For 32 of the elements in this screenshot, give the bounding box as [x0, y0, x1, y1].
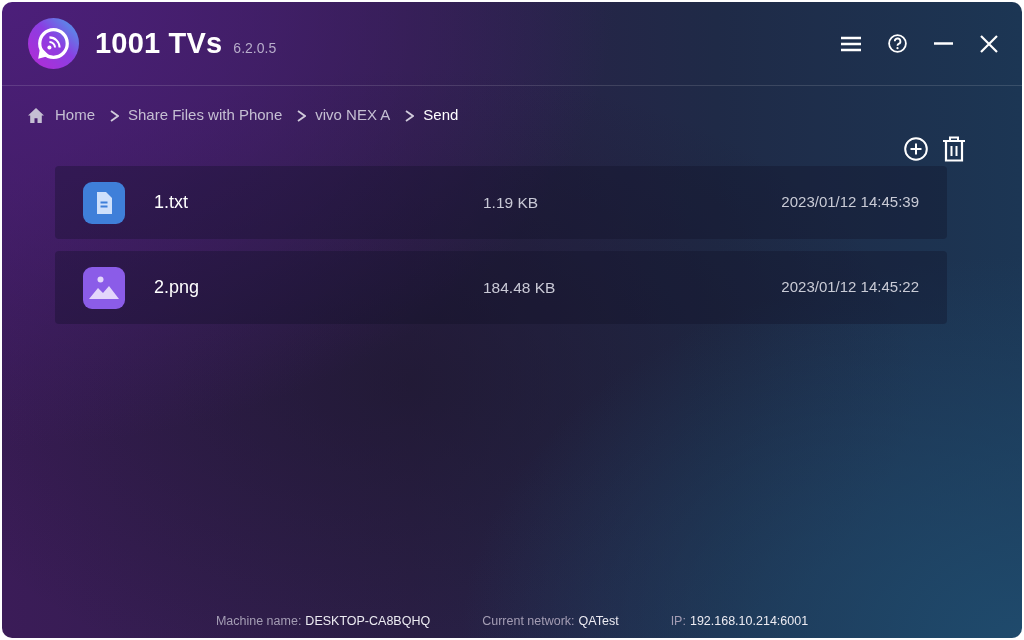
home-icon	[28, 108, 44, 123]
version-label: 6.2.0.5	[233, 38, 277, 58]
breadcrumb-current: Send	[423, 105, 459, 126]
app-logo	[28, 18, 79, 69]
chevron-right-icon	[110, 109, 119, 122]
trash-icon[interactable]	[942, 136, 966, 162]
file-row[interactable]: 2.png 184.48 KB 2023/01/12 14:45:22	[55, 251, 947, 324]
file-row[interactable]: 1.txt 1.19 KB 2023/01/12 14:45:39	[55, 166, 947, 239]
breadcrumb-link[interactable]: Home	[28, 104, 95, 127]
file-date: 2023/01/12 14:45:22	[781, 277, 919, 298]
add-icon[interactable]	[904, 137, 928, 161]
file-size: 1.19 KB	[483, 192, 539, 213]
status-label: Current network:	[482, 612, 575, 630]
status-value: QATest	[578, 612, 619, 630]
help-icon[interactable]	[888, 34, 907, 53]
menu-icon[interactable]	[841, 35, 861, 52]
chevron-right-icon	[405, 109, 415, 122]
close-icon[interactable]	[980, 34, 998, 53]
status-label: IP:	[670, 612, 686, 630]
breadcrumb-link[interactable]: Share Files with Phone	[128, 104, 283, 127]
file-name: 1.txt	[154, 191, 189, 214]
document-icon	[83, 181, 125, 224]
app-title: 1001 TVs	[95, 29, 223, 58]
file-date: 2023/01/12 14:45:39	[781, 192, 919, 213]
file-name: 2.png	[154, 276, 201, 299]
status-value: DESKTOP-CA8BQHQ	[305, 612, 431, 630]
image-icon	[83, 266, 125, 309]
status-label: Machine name:	[215, 612, 302, 630]
status-value: 192.168.10.214:6001	[689, 612, 809, 630]
breadcrumb-link[interactable]: vivo NEX A	[315, 104, 391, 127]
file-size: 184.48 KB	[483, 277, 556, 298]
chevron-right-icon	[297, 109, 307, 122]
